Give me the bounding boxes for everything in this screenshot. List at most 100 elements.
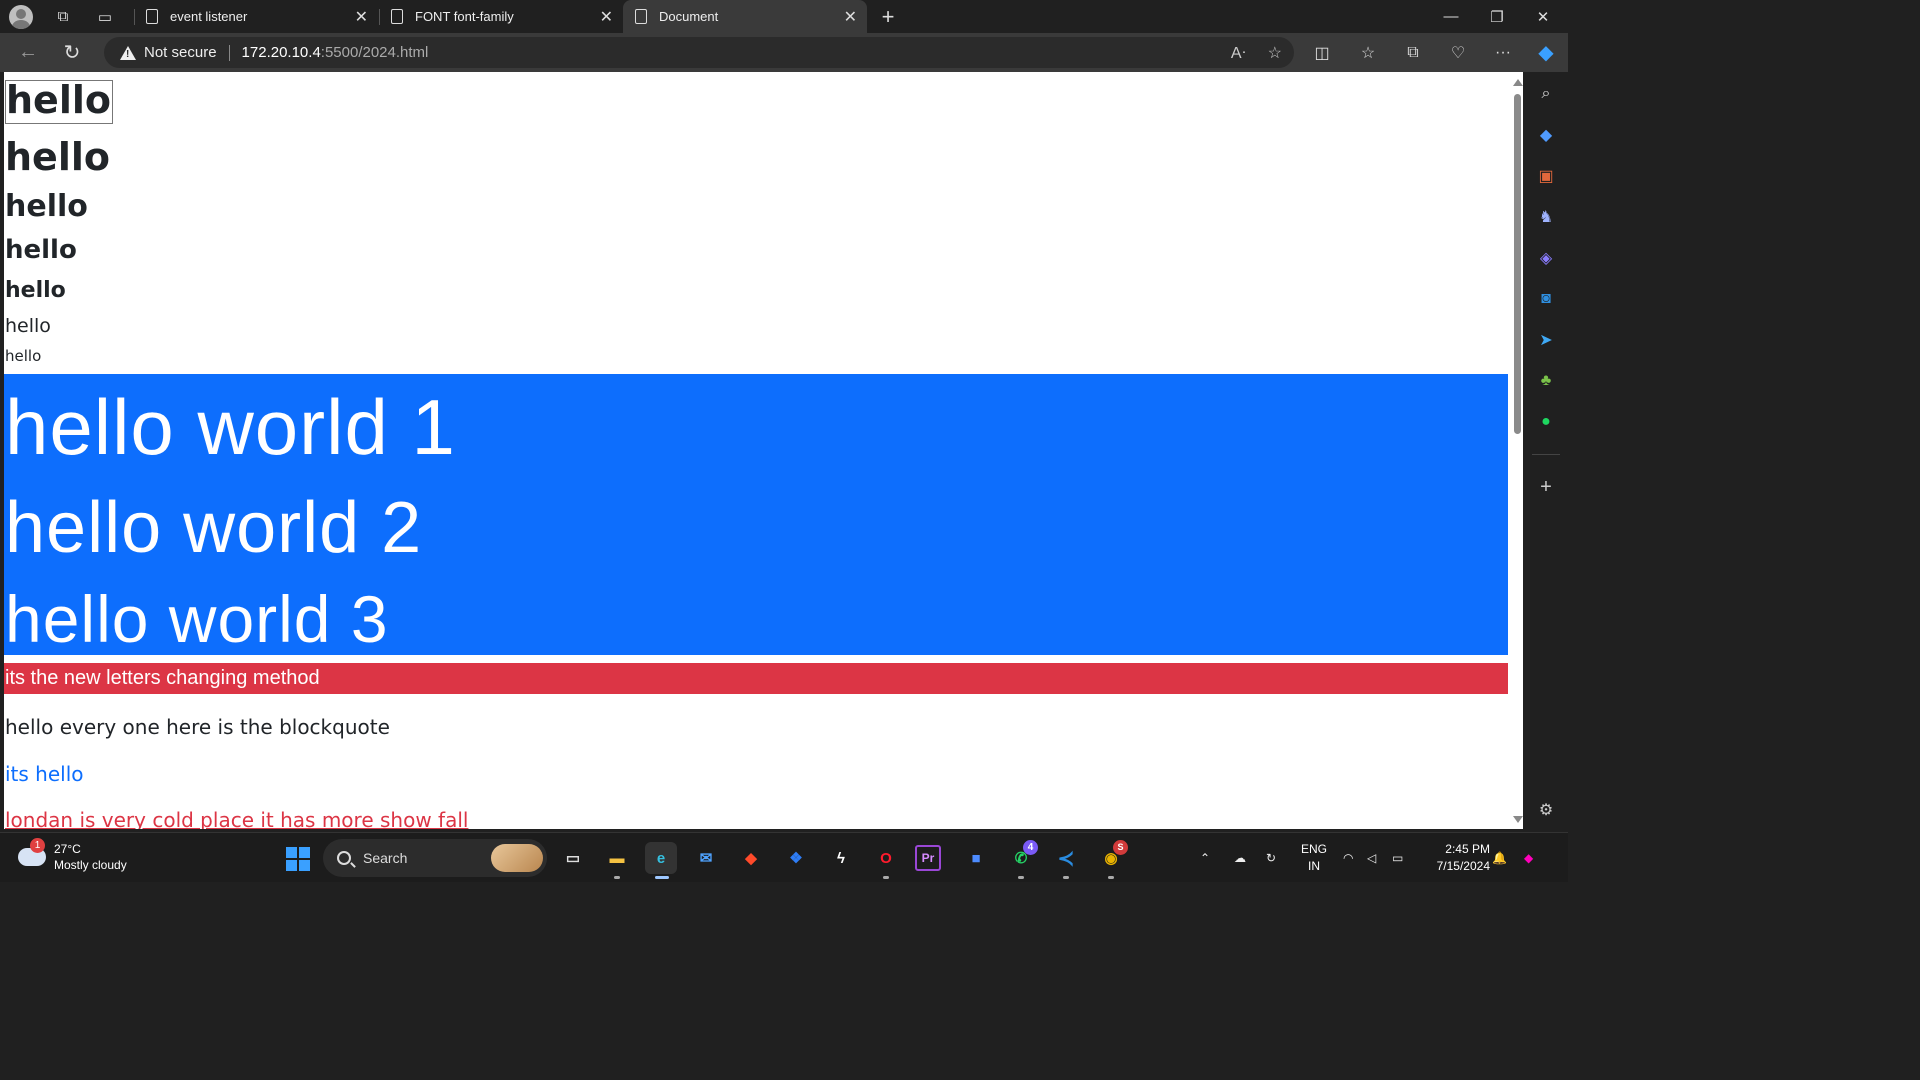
close-tab-icon[interactable]: ✕ <box>844 7 857 27</box>
close-tab-icon[interactable]: ✕ <box>355 7 368 27</box>
onedrive-icon[interactable]: ☁ <box>1234 833 1246 883</box>
restore-button[interactable]: ❐ <box>1474 0 1520 33</box>
language-indicator[interactable]: ENG IN <box>1298 841 1330 875</box>
weather-widget[interactable]: 1 27°C Mostly cloudy <box>18 838 127 873</box>
tab-title: Document <box>659 9 719 24</box>
new-tab-button[interactable]: + <box>868 0 908 33</box>
language-line-1: ENG <box>1300 842 1327 856</box>
edge-icon[interactable]: e <box>645 842 677 879</box>
scroll-thumb[interactable] <box>1514 94 1521 434</box>
read-aloud-icon[interactable]: Aᐧ <box>1231 43 1246 63</box>
bolt-app-icon[interactable]: ϟ <box>825 842 857 874</box>
profile-button[interactable] <box>0 0 42 33</box>
tab-event-listener[interactable]: event listener ✕ <box>134 0 378 33</box>
favorite-star-icon[interactable]: ☆ <box>1268 43 1282 63</box>
back-button[interactable]: ← <box>6 33 50 72</box>
split-screen-icon[interactable]: ◫ <box>1302 33 1342 72</box>
page-icon <box>146 9 158 24</box>
warning-icon: ! <box>120 45 136 60</box>
url-path: :5500/2024.html <box>320 44 429 61</box>
vertical-scrollbar[interactable] <box>1511 72 1523 829</box>
weather-badge: 1 <box>30 838 45 853</box>
tab-title: event listener <box>170 9 248 24</box>
more-options-icon[interactable]: ··· <box>1483 33 1523 72</box>
sidebar-settings-icon[interactable]: ⚙ <box>1524 795 1568 825</box>
sidebar-copilot-icon[interactable]: ◈ <box>1524 243 1568 273</box>
search-label: Search <box>363 850 408 866</box>
close-tab-icon[interactable]: ✕ <box>600 7 613 27</box>
file-explorer-icon[interactable]: ▬ <box>601 842 633 879</box>
sidebar-tree-icon[interactable]: ♣ <box>1524 366 1568 396</box>
display-line-1: hello world 1 <box>5 383 456 471</box>
close-window-button[interactable]: ✕ <box>1520 0 1566 33</box>
underlined-red-text: londan is very cold place it has more sh… <box>5 808 469 829</box>
whatsapp-icon[interactable]: ✆ 4 <box>1005 840 1038 879</box>
page-icon <box>635 9 647 24</box>
sidebar-divider <box>1532 454 1560 455</box>
chrome-icon[interactable]: ◉ S <box>1095 840 1128 879</box>
wifi-icon[interactable]: ◠ <box>1343 833 1353 883</box>
premiere-pro-icon[interactable]: Pr <box>915 845 941 871</box>
sidebar-spotify-icon[interactable]: ● <box>1524 407 1568 437</box>
tray-chevron-icon[interactable]: ⌃ <box>1200 833 1210 883</box>
taskbar-search[interactable]: Search <box>323 839 547 877</box>
sidebar-tools-icon[interactable]: ▣ <box>1524 161 1568 191</box>
opera-icon[interactable]: O <box>870 842 902 879</box>
chrome-profile-badge: S <box>1113 840 1128 855</box>
url-host: 172.20.10.4 <box>241 44 321 61</box>
profile-avatar-icon <box>9 4 33 29</box>
sidebar-add-icon[interactable]: + <box>1524 472 1568 502</box>
tab-actions-icon[interactable]: ▭ <box>84 0 126 33</box>
tab-font-family[interactable]: FONT font-family ✕ <box>379 0 623 33</box>
copilot-taskbar-icon[interactable]: ◆ <box>1524 833 1533 883</box>
edge-sidebar: ⌕ ◆ ▣ ♞ ◈ ◙ ➤ ♣ ● + ⚙ <box>1524 72 1568 829</box>
page-icon <box>391 9 403 24</box>
hello-link[interactable]: its hello <box>5 762 84 786</box>
battery-icon[interactable]: ▭ <box>1392 833 1403 883</box>
start-button[interactable] <box>286 847 310 871</box>
weather-temp: 27°C <box>54 842 81 856</box>
weather-condition: Mostly cloudy <box>54 858 127 872</box>
search-icon <box>337 851 351 865</box>
tab-document[interactable]: Document ✕ <box>623 0 867 33</box>
scroll-down-arrow-icon[interactable] <box>1513 816 1523 823</box>
copilot-icon[interactable]: ◆ <box>1526 33 1566 72</box>
vscode-icon[interactable]: ≺ <box>1050 842 1082 879</box>
whatsapp-badge: 4 <box>1023 840 1038 855</box>
sidebar-shopping-icon[interactable]: ◆ <box>1524 120 1568 150</box>
task-view-icon[interactable]: ▭ <box>557 842 589 874</box>
heading-5: hello <box>5 278 66 303</box>
dropbox-icon[interactable]: ❖ <box>780 842 812 874</box>
scroll-up-arrow-icon[interactable] <box>1513 79 1523 86</box>
heading-6: hello <box>5 315 51 337</box>
red-banner: its the new letters changing method <box>4 663 1508 694</box>
minimize-button[interactable]: — <box>1428 0 1474 33</box>
cloud-icon: 1 <box>18 838 46 866</box>
clock[interactable]: 2:45 PM 7/15/2024 <box>1418 841 1490 875</box>
mail-icon[interactable]: ✉ <box>690 842 722 874</box>
volume-icon[interactable]: ◁ <box>1367 833 1376 883</box>
display-line-3: hello world 3 <box>5 582 389 656</box>
sidebar-games-icon[interactable]: ♞ <box>1524 202 1568 232</box>
sidebar-outlook-icon[interactable]: ◙ <box>1524 284 1568 314</box>
favorites-icon[interactable]: ☆ <box>1348 33 1388 72</box>
address-bar[interactable]: ! Not secure 172.20.10.4 :5500/2024.html… <box>104 37 1294 68</box>
sidebar-telegram-icon[interactable]: ➤ <box>1524 325 1568 355</box>
zoom-icon[interactable]: ■ <box>960 842 992 874</box>
notification-bell-icon[interactable]: 🔔 <box>1492 833 1507 883</box>
browser-essentials-icon[interactable]: ♡ <box>1438 33 1478 72</box>
workspaces-icon[interactable]: ⧉ <box>42 0 84 33</box>
security-label[interactable]: Not secure <box>144 44 217 61</box>
heading-1: hello <box>5 78 113 124</box>
refresh-button[interactable]: ↻ <box>50 33 94 72</box>
sidebar-search-icon[interactable]: ⌕ <box>1524 79 1568 109</box>
language-line-2: IN <box>1308 859 1320 873</box>
clock-time: 2:45 PM <box>1445 842 1490 856</box>
heading-3: hello <box>5 189 88 224</box>
anydesk-icon[interactable]: ◆ <box>735 842 767 874</box>
page-viewport: hello hello hello hello hello hello hell… <box>4 72 1523 829</box>
sync-icon[interactable]: ↻ <box>1266 833 1276 883</box>
search-highlight-art <box>491 844 543 872</box>
blue-display-block: hello world 1 hello world 2 hello world … <box>4 374 1508 655</box>
collections-icon[interactable]: ⧉ <box>1393 33 1433 72</box>
